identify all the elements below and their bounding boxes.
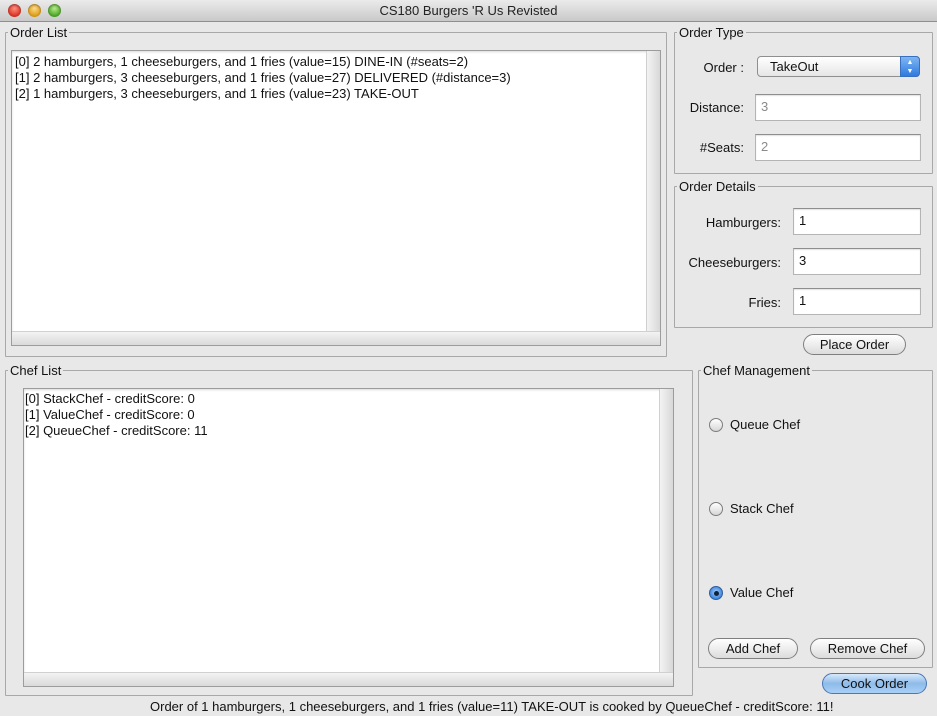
remove-chef-button[interactable]: Remove Chef [810,638,925,659]
distance-label: Distance: [689,100,744,115]
order-details-legend: Order Details [679,179,756,194]
order-type-legend: Order Type [679,25,744,40]
fries-label: Fries: [748,295,782,310]
stack-chef-label: Stack Chef [730,501,794,516]
order-list-scroll-shade [646,51,660,345]
order-list-bottom-shade [12,331,660,345]
chef-list[interactable]: [0] StackChef - creditScore: 0 [1] Value… [23,388,674,687]
radio-indicator-selected[interactable] [709,586,723,600]
stack-chef-radio[interactable]: Stack Chef [709,501,794,516]
order-type-select[interactable]: TakeOut ▲ ▼ [757,56,920,77]
title-bar: CS180 Burgers 'R Us Revisted [0,0,937,22]
cheeseburgers-label: Cheeseburgers: [688,255,782,270]
status-message: Order of 1 hamburgers, 1 cheeseburgers, … [0,697,937,716]
order-list[interactable]: [0] 2 hamburgers, 1 cheeseburgers, and 1… [11,50,661,346]
cook-order-button[interactable]: Cook Order [822,673,927,694]
seats-field[interactable]: 2 [755,134,921,161]
radio-indicator[interactable] [709,502,723,516]
seats-label: #Seats: [699,140,744,155]
order-type-value: TakeOut [770,59,819,74]
fries-field[interactable]: 1 [793,288,921,315]
queue-chef-radio[interactable]: Queue Chef [709,417,800,432]
chef-list-item[interactable]: [1] ValueChef - creditScore: 0 [25,407,208,423]
hamburgers-label: Hamburgers: [705,215,781,230]
status-text: Order of 1 hamburgers, 1 cheeseburgers, … [150,699,834,714]
chef-list-bottom-shade [24,672,673,686]
queue-chef-label: Queue Chef [730,417,801,432]
chevron-updown-icon: ▲ ▼ [900,56,920,77]
chef-list-legend: Chef List [10,363,62,378]
place-order-button[interactable]: Place Order [803,334,906,355]
hamburgers-field[interactable]: 1 [793,208,921,235]
add-chef-button[interactable]: Add Chef [708,638,798,659]
zoom-icon[interactable] [48,4,61,17]
chef-list-item[interactable]: [0] StackChef - creditScore: 0 [25,391,208,407]
order-list-legend: Order List [10,25,68,40]
order-list-item[interactable]: [2] 1 hamburgers, 3 cheeseburgers, and 1… [15,86,511,102]
window-title: CS180 Burgers 'R Us Revisted [379,3,558,18]
value-chef-radio[interactable]: Value Chef [709,585,793,600]
value-chef-label: Value Chef [730,585,794,600]
cheeseburgers-field[interactable]: 3 [793,248,921,275]
close-icon[interactable] [8,4,21,17]
minimize-icon[interactable] [28,4,41,17]
chef-list-item[interactable]: [2] QueueChef - creditScore: 11 [25,423,208,439]
chef-management-legend: Chef Management [703,363,810,378]
distance-field[interactable]: 3 [755,94,921,121]
order-type-label: Order : [703,60,744,75]
chef-list-scroll-shade [659,389,673,686]
order-list-item[interactable]: [0] 2 hamburgers, 1 cheeseburgers, and 1… [15,54,511,70]
radio-indicator[interactable] [709,418,723,432]
order-list-item[interactable]: [1] 2 hamburgers, 3 cheeseburgers, and 1… [15,70,511,86]
